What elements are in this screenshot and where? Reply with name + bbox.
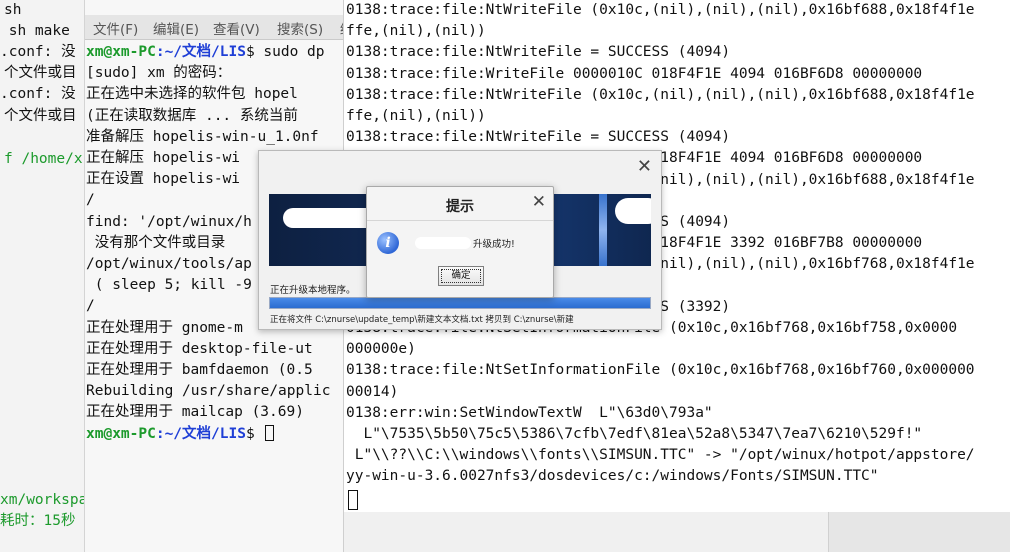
terminal-line: /opt/winux/tools/ap	[86, 256, 252, 272]
redacted-text	[615, 198, 651, 224]
ok-button[interactable]: 确定	[438, 266, 484, 286]
terminal-line: Rebuilding /usr/share/applic	[86, 383, 331, 400]
terminal-line: 正在处理用于 bamfdaemon (0.5	[86, 362, 313, 378]
menu-item[interactable]: 搜索(S)	[277, 18, 323, 38]
redacted-text	[415, 237, 471, 249]
terminal-line: xm/workspa	[0, 492, 84, 508]
terminal-line: 0138:trace:file:NtWriteFile (0x10c,(nil)…	[346, 2, 975, 18]
text-cursor	[265, 424, 275, 441]
prompt-command: $ sudo dp	[245, 44, 325, 60]
terminal-line: .conf: 没	[0, 86, 76, 102]
menu-item[interactable]: 文件(F)	[93, 18, 138, 38]
terminal-line: 正在处理用于 desktop-file-ut	[86, 340, 313, 357]
terminal-line: 个文件或目	[4, 108, 77, 124]
terminal-line: 耗时：15秒	[0, 513, 76, 529]
text-cursor	[348, 489, 358, 510]
copying-file-text: 正在将文件 C:\znurse\update_temp\新建文本文档.txt 拷…	[270, 315, 574, 325]
terminal-line: [sudo] xm 的密码：	[86, 65, 232, 82]
terminal-line: L"\\??\\C:\\windows\\fonts\\SIMSUN.TTC" …	[346, 447, 975, 464]
terminal-line: .conf: 没	[0, 44, 76, 60]
terminal-line: ffe,(nil),(nil))	[346, 108, 486, 124]
terminal-line: 准备解压 hopelis-win-u_1.0nf	[86, 128, 319, 145]
terminal-line: 正在解压 hopelis-wi	[86, 150, 241, 166]
terminal-line: 00014)	[346, 383, 399, 400]
close-icon[interactable]: ✕	[532, 193, 546, 211]
terminal-line: find: '/opt/winux/h	[86, 213, 252, 230]
prompt-command: $	[245, 425, 264, 442]
upgrade-status-text: 正在升级本地程序。	[270, 285, 356, 296]
terminal-line: 正在处理用于 gnome-m	[86, 319, 243, 336]
terminal-line: 0138:trace:file:WriteFile 0000010C 018F4…	[346, 65, 923, 82]
terminal-line: 0138:trace:file:NtSetInformationFile (0x…	[346, 362, 975, 379]
terminal-line: 0138:trace:file:NtWriteFile = SUCCESS (4…	[346, 129, 731, 146]
info-icon: i	[377, 232, 399, 254]
far-terminal[interactable]: sh sh make .conf: 没个文件或目 .conf: 没个文件或目 f /h…	[0, 0, 84, 552]
terminal-line: 0138:trace:file:NtWriteFile (0x10c,(nil)…	[346, 86, 975, 103]
banner-decoration	[599, 194, 607, 266]
terminal-line: 正在设置 hopelis-wi	[86, 171, 241, 188]
shell-prompt-line: xm@xm-PC:~/文档/LIS$ sudo dp	[86, 42, 325, 63]
prompt-user: xm@xm-PC	[86, 425, 156, 442]
terminal-line: sh	[4, 2, 22, 18]
terminal-line: sh make	[0, 23, 70, 39]
terminal-line: L"\7535\5b50\75c5\5386\7cfb\7edf\81ea\52…	[346, 426, 923, 442]
terminal-line: yy-win-u-3.6.0027nfs3/dosdevices/c:/wind…	[346, 468, 879, 485]
divider	[367, 220, 553, 221]
terminal-line: 没有那个文件或目录	[86, 234, 226, 251]
upgrade-progress-bar	[269, 297, 651, 309]
prompt-path: :~/文档/LIS	[155, 44, 246, 60]
menu-item[interactable]: 编辑(E)	[153, 18, 199, 38]
close-icon[interactable]: ✕	[637, 157, 652, 177]
message-text: 升级成功!	[473, 239, 515, 250]
terminal-line: ( sleep 5; kill -9	[86, 277, 252, 294]
progress-fill	[270, 298, 650, 308]
terminal-line: 0138:err:win:SetWindowTextW L"\63d0\793a…	[346, 404, 713, 421]
prompt-user: xm@xm-PC	[86, 44, 156, 60]
terminal-line: 正在处理用于 mailcap (3.69)	[86, 404, 304, 421]
terminal-line: 正在选中未选择的软件包 hopel	[86, 86, 298, 103]
terminal-line: (正在读取数据库 ... 系统当前	[86, 107, 298, 124]
terminal-line: ffe,(nil),(nil))	[346, 23, 486, 40]
menu-item[interactable]: 查看(V)	[213, 18, 260, 38]
terminal-line: 0138:trace:file:NtWriteFile = SUCCESS (4…	[346, 44, 731, 61]
prompt-path: :~/文档/LIS	[155, 425, 246, 442]
terminal-menubar: 文件(F)编辑(E)查看(V)搜索(S)终	[85, 15, 347, 40]
terminal-line: 个文件或目	[4, 65, 77, 81]
scrollbar[interactable]	[828, 512, 1010, 552]
terminal-line: /	[86, 192, 95, 209]
terminal-line: f /home/x	[4, 151, 83, 167]
message-box: 提示 ✕ i 升级成功! 确定	[366, 186, 554, 298]
terminal-line: 000000e)	[346, 341, 416, 358]
shell-prompt-line: xm@xm-PC:~/文档/LIS$	[86, 424, 275, 445]
terminal-line: /	[86, 298, 95, 315]
message-box-title: 提示	[446, 199, 474, 215]
